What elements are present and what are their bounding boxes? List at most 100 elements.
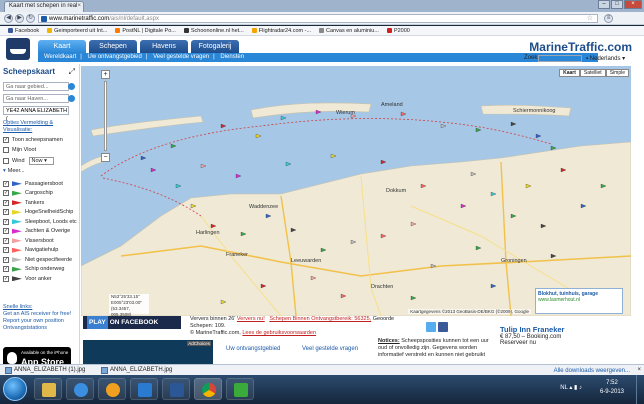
quick-link-stations[interactable]: Ontvangststations: [3, 325, 71, 332]
subnav-vragen[interactable]: Veel gestelde vragen: [153, 54, 209, 60]
taskbar-explorer[interactable]: [34, 378, 62, 400]
option-my-fleet[interactable]: Mijn Vloot: [3, 147, 36, 153]
ship-marker[interactable]: [380, 159, 387, 165]
checkbox[interactable]: ✓: [3, 266, 9, 273]
taskbar-outlook[interactable]: [130, 378, 158, 400]
checkbox[interactable]: ✓: [3, 275, 9, 282]
map-type-kaart[interactable]: Kaart: [559, 69, 580, 77]
menu-icon[interactable]: ≡: [604, 14, 613, 23]
taskbar-word[interactable]: [162, 378, 190, 400]
checkbox[interactable]: ✓: [3, 218, 9, 225]
tab-kaart[interactable]: Kaart: [38, 40, 86, 53]
checkbox[interactable]: ✓: [3, 228, 9, 235]
hotel-title[interactable]: Tulip Inn Franeker: [500, 325, 640, 334]
ship-marker[interactable]: [235, 173, 242, 179]
checkbox[interactable]: ✓: [3, 180, 9, 187]
facebook-icon[interactable]: [438, 322, 448, 332]
ship-marker[interactable]: [535, 133, 542, 139]
bookmark-item[interactable]: Schoononline.nl het...: [183, 26, 244, 35]
ship-marker[interactable]: [510, 121, 517, 127]
show-desktop-button[interactable]: [636, 375, 644, 404]
ship-marker[interactable]: [200, 163, 207, 169]
bookmark-item[interactable]: Facebook: [8, 26, 39, 35]
ship-marker[interactable]: [475, 127, 482, 133]
checkbox[interactable]: ✓: [3, 256, 9, 263]
twitter-icon[interactable]: [426, 322, 436, 332]
bookmark-star-icon[interactable]: ☆: [587, 15, 593, 23]
legend-item[interactable]: ✓ Navigatiehulp: [3, 246, 77, 256]
legend-item[interactable]: ✓ Schip onderweg: [3, 265, 77, 275]
ship-marker[interactable]: [140, 155, 147, 161]
back-arrow-icon[interactable]: ◀: [4, 14, 13, 23]
download-item[interactable]: ANNA_ELIZABETH.jpg: [100, 366, 172, 375]
port-search-input[interactable]: Ga naar Haven...: [3, 94, 69, 103]
ship-marker[interactable]: [150, 167, 157, 173]
option-show-names[interactable]: ✓ Toon scheepsnamen: [3, 137, 63, 143]
subnav-diensten[interactable]: Diensten: [220, 54, 244, 60]
reload-icon[interactable]: ↻: [26, 14, 35, 23]
legend-item[interactable]: ✓ Niet gespecifieerde: [3, 255, 77, 265]
taskbar-media[interactable]: [98, 378, 126, 400]
ship-marker[interactable]: [400, 111, 407, 117]
ship-search-input[interactable]: YE42 ANNA ELIZABETH (: [3, 106, 69, 122]
facebook-banner[interactable]: PLAY ON FACEBOOK: [83, 316, 181, 329]
minimize-button[interactable]: –: [598, 0, 610, 9]
checkbox[interactable]: ✓: [3, 247, 9, 254]
bookmark-item[interactable]: Flightradar24.com -...: [251, 26, 311, 35]
receivers-link[interactable]: Schepen Binnen Ontvangstbereik: 56325,: [269, 316, 371, 322]
zoom-slider[interactable]: [104, 81, 107, 151]
checkbox[interactable]: ✓: [3, 237, 9, 244]
browser-tab[interactable]: Kaart met schepen in real ×: [4, 1, 84, 12]
adchoices-label[interactable]: AdChoices: [187, 341, 211, 346]
option-wind[interactable]: Wind Now ▾: [3, 157, 54, 165]
address-bar[interactable]: www.marinetraffic.com/ais/nl/default.asp…: [38, 14, 598, 23]
zoom-out-button[interactable]: −: [101, 153, 110, 162]
close-tab-icon[interactable]: ×: [77, 3, 81, 9]
checkbox[interactable]: ✓: [3, 137, 9, 143]
taskbar-chrome[interactable]: [194, 378, 222, 400]
map-canvas[interactable]: Wierum Ameland Schiermonnikoog Waddenzee Har…: [81, 66, 631, 316]
options-link[interactable]: Opties Vermelding & Visualisatie:: [3, 120, 73, 134]
expand-icon[interactable]: ⤢: [69, 67, 75, 77]
port-go-icon[interactable]: [68, 95, 75, 102]
ship-marker[interactable]: [175, 183, 182, 189]
quick-link-receiver[interactable]: Get an AIS receiver for free!: [3, 311, 71, 318]
bookmark-item[interactable]: PostNL | Digitale Po...: [115, 26, 176, 35]
footer-link-ontvangstgebied[interactable]: Uw ontvangstgebied: [226, 346, 280, 352]
hotel-ad[interactable]: Tulip Inn Franeker € 87,50 – Booking.com…: [500, 325, 640, 346]
checkbox[interactable]: ✓: [3, 190, 9, 197]
legend-item[interactable]: ✓ Jachten & Overige: [3, 227, 77, 237]
more-toggle[interactable]: ▾ Meer...: [3, 168, 25, 174]
checkbox[interactable]: ✓: [3, 199, 9, 206]
ad-url[interactable]: www.lasmerhout.nl: [538, 297, 620, 303]
close-window-button[interactable]: ×: [624, 0, 642, 9]
subnav-ontvangstgebied[interactable]: Uw ontvangstgebied: [87, 54, 141, 60]
bookmark-item[interactable]: Geimporteerd uit Int...: [47, 26, 107, 35]
tab-havens[interactable]: Havens: [140, 40, 188, 53]
forward-arrow-icon[interactable]: ▶: [15, 14, 24, 23]
quick-link-report[interactable]: Report your own position: [3, 318, 71, 325]
ship-marker[interactable]: [550, 145, 557, 151]
zoom-in-button[interactable]: +: [101, 70, 110, 79]
taskbar-app4[interactable]: [226, 378, 254, 400]
search-input[interactable]: [538, 55, 582, 62]
area-go-icon[interactable]: [68, 83, 75, 90]
maximize-button[interactable]: □: [611, 0, 623, 9]
legend-item[interactable]: ✓ Tankers: [3, 198, 77, 208]
area-search-input[interactable]: Ga naar gebied...: [3, 82, 69, 91]
bookmark-item[interactable]: Canvas en aluminiu...: [319, 26, 379, 35]
refresh-now-link[interactable]: Ververs nu!: [237, 316, 265, 322]
legend-item[interactable]: ✓ Passagiersboot: [3, 179, 77, 189]
language-select[interactable]: ▪ Nederlands ▾: [586, 55, 625, 62]
terms-link[interactable]: Lees de gebruiksvoorwaarden: [242, 330, 316, 336]
map-ad[interactable]: Blokhut, tuinhuis, garage www.lasmerhout…: [535, 288, 623, 314]
hotel-cta[interactable]: Reserveer nu: [500, 340, 640, 346]
legend-item[interactable]: ✓ Sleepboot, Loods etc: [3, 217, 77, 227]
map-type-simple[interactable]: Simple: [605, 69, 629, 77]
ship-marker[interactable]: [330, 153, 337, 159]
site-brand[interactable]: MarineTraffic.com: [529, 40, 632, 54]
subnav-wereldkaart[interactable]: Wereldkaart: [44, 54, 76, 60]
ship-marker[interactable]: [285, 161, 292, 167]
ship-marker[interactable]: [440, 123, 447, 129]
start-button[interactable]: [3, 377, 27, 401]
